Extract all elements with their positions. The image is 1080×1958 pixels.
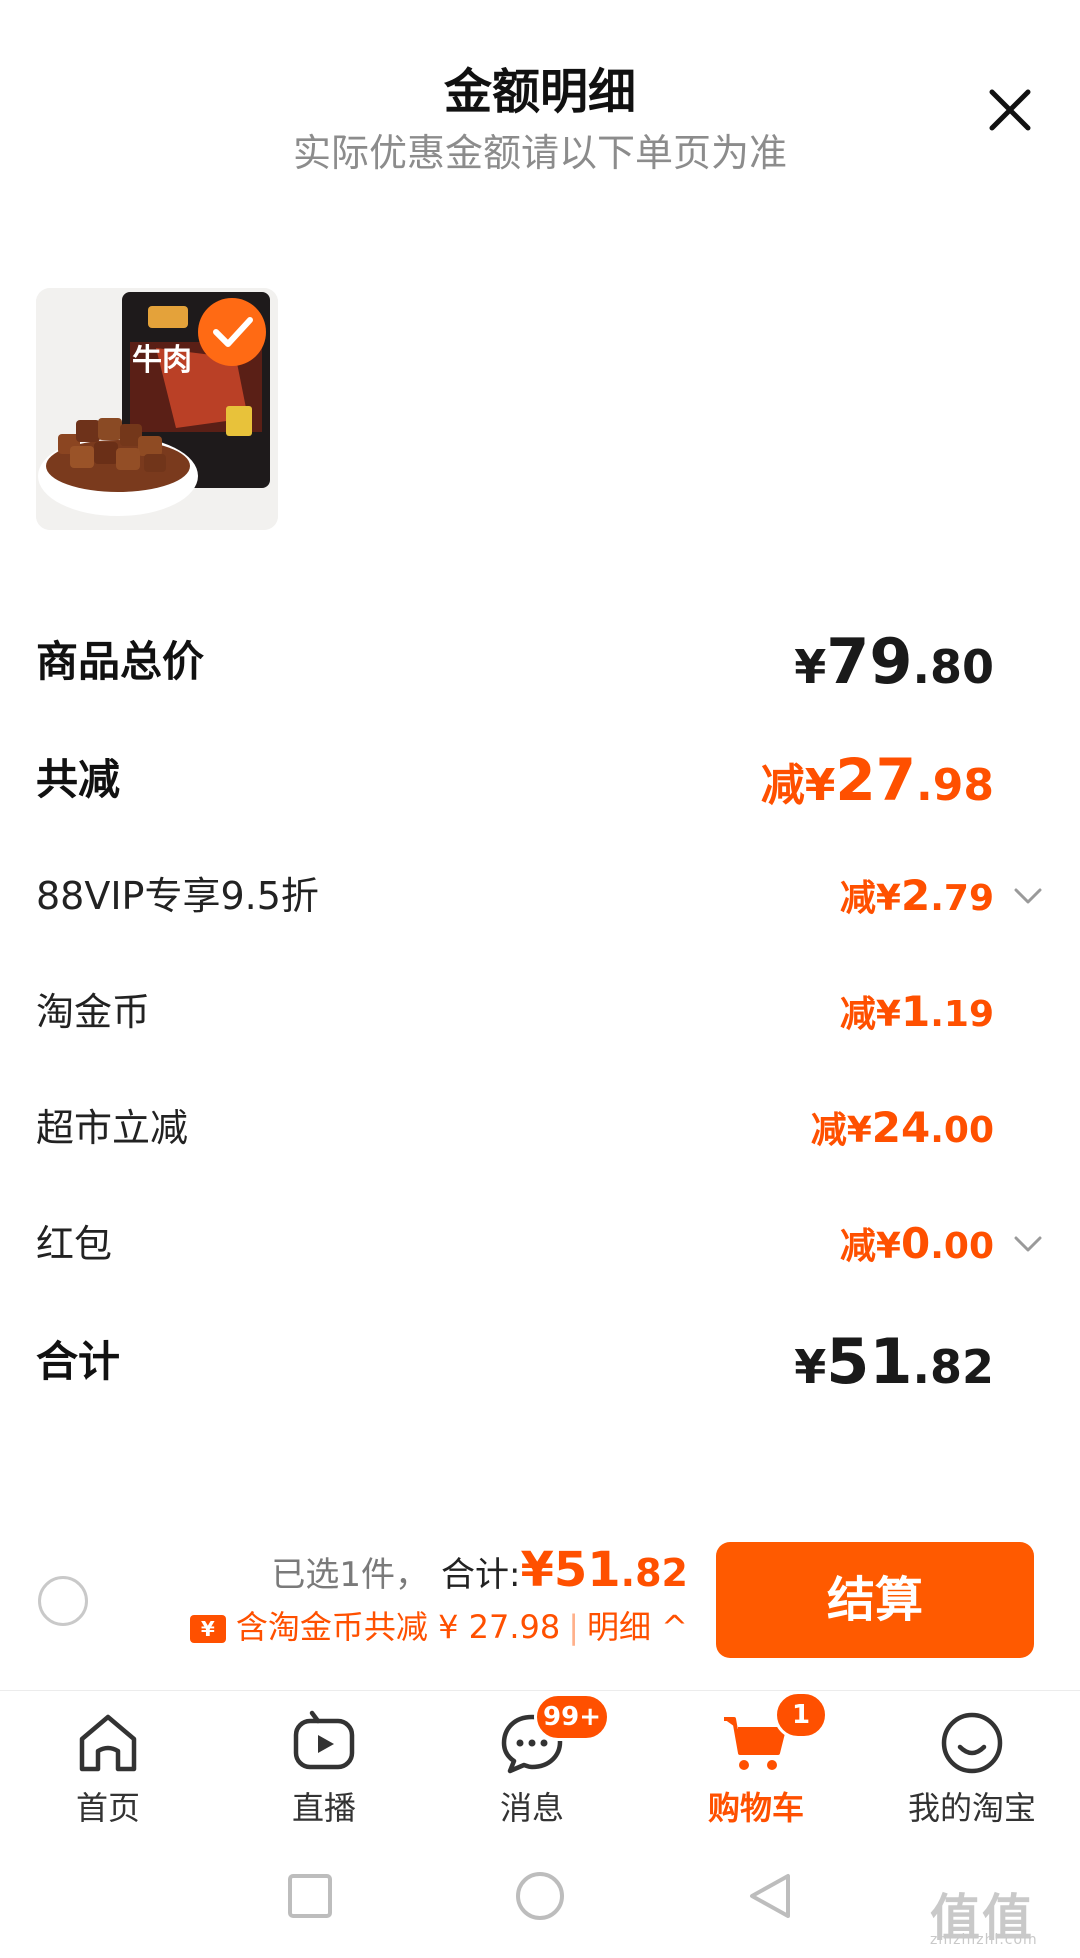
coin-discount-label: 淘金币 xyxy=(36,990,151,1034)
page-title: 金额明细 xyxy=(443,64,636,120)
coin-discount-detail-link[interactable]: ¥ 含淘金币共减 ¥ 27.98 | 明细 ^ xyxy=(189,1600,688,1654)
redpacket-amount: 减¥0.00 xyxy=(839,1219,994,1268)
live-play-icon xyxy=(293,1710,355,1770)
row-coin-discount: 淘金币 减¥1.19 xyxy=(36,972,1044,1052)
tab-cart[interactable]: 1 购物车 xyxy=(648,1691,864,1831)
redpacket-label: 红包 xyxy=(36,1222,113,1266)
selected-count-text: 已选1件， xyxy=(271,1555,429,1595)
bottom-tabbar: 首页 直播 99+ 消息 1 购物车 我的淘宝 xyxy=(0,1690,1080,1830)
vip-discount-amount: 减¥2.79 xyxy=(839,871,994,920)
sheet-header: 金额明细 实际优惠金额请以下单页为准 xyxy=(0,0,1080,180)
detail-toggle[interactable]: 明细 ^ xyxy=(587,1608,688,1646)
tab-messages-label: 消息 xyxy=(499,1789,564,1827)
selected-check-icon xyxy=(198,298,266,366)
tab-live-label: 直播 xyxy=(291,1789,356,1827)
system-navigation-bar xyxy=(0,1830,1080,1958)
watermark-sub-text: zhizhizhi.com xyxy=(930,1932,1038,1948)
total-value: ¥51.82 xyxy=(520,1542,688,1598)
total-discount-amount: 减¥27.98 xyxy=(760,746,994,814)
tab-cart-label: 购物车 xyxy=(707,1789,804,1827)
supermarket-discount-amount: 减¥24.00 xyxy=(810,1103,994,1152)
selection-summary: 已选1件， 合计:¥51.82 xyxy=(271,1540,688,1600)
back-triangle-icon[interactable] xyxy=(742,1868,798,1924)
page-subtitle: 实际优惠金额请以下单页为准 xyxy=(292,131,787,175)
vip-discount-label: 88VIP专享9.5折 xyxy=(36,874,319,918)
coupon-ticket-icon: ¥ xyxy=(189,1615,226,1643)
close-icon[interactable] xyxy=(982,82,1038,138)
cart-badge: 1 xyxy=(774,1691,828,1739)
select-all-checkbox[interactable] xyxy=(38,1576,88,1626)
tab-home[interactable]: 首页 xyxy=(0,1691,216,1831)
recent-apps-icon[interactable] xyxy=(282,1868,338,1924)
checkout-button[interactable]: 结算 xyxy=(716,1542,1034,1658)
total-label: 合计: xyxy=(441,1555,521,1595)
coin-discount-text: 含淘金币共减 ¥ 27.98 xyxy=(235,1608,561,1646)
chevron-down-icon[interactable] xyxy=(1012,1230,1044,1258)
coin-discount-amount: 减¥1.19 xyxy=(839,987,994,1036)
smiley-icon xyxy=(941,1712,1003,1774)
supermarket-discount-label: 超市立减 xyxy=(36,1106,189,1150)
product-thumbnail[interactable]: 牛肉 xyxy=(36,288,278,530)
row-total-price: 商品总价 ¥79.80 xyxy=(36,622,1044,702)
row-redpacket[interactable]: 红包 减¥0.00 xyxy=(36,1204,1044,1284)
sum-label: 合计 xyxy=(36,1337,121,1386)
total-discount-label: 共减 xyxy=(36,755,121,804)
row-sum: 合计 ¥51.82 xyxy=(36,1322,1044,1402)
separator: | xyxy=(568,1608,579,1646)
row-total-discount: 共减 减¥27.98 xyxy=(36,740,1044,820)
total-price-amount: ¥79.80 xyxy=(794,625,994,698)
tab-messages[interactable]: 99+ 消息 xyxy=(424,1691,640,1831)
tab-my-taobao[interactable]: 我的淘宝 xyxy=(864,1691,1080,1831)
home-circle-icon[interactable] xyxy=(512,1868,568,1924)
home-icon xyxy=(79,1714,137,1772)
tab-home-label: 首页 xyxy=(75,1789,140,1827)
tab-live[interactable]: 直播 xyxy=(216,1691,432,1831)
chevron-down-icon[interactable] xyxy=(1012,882,1044,910)
total-price-label: 商品总价 xyxy=(36,637,205,686)
site-watermark: 值值值 zhizhizhi.com xyxy=(930,1878,1075,1948)
tab-my-taobao-label: 我的淘宝 xyxy=(907,1789,1036,1827)
row-supermarket-discount: 超市立减 减¥24.00 xyxy=(36,1088,1044,1168)
row-vip-discount[interactable]: 88VIP专享9.5折 减¥2.79 xyxy=(36,856,1044,936)
sum-amount: ¥51.82 xyxy=(794,1325,994,1398)
messages-badge: 99+ xyxy=(534,1693,610,1741)
package-text: 牛肉 xyxy=(132,343,192,378)
beef-jerky-package-image: 牛肉 xyxy=(36,288,278,530)
